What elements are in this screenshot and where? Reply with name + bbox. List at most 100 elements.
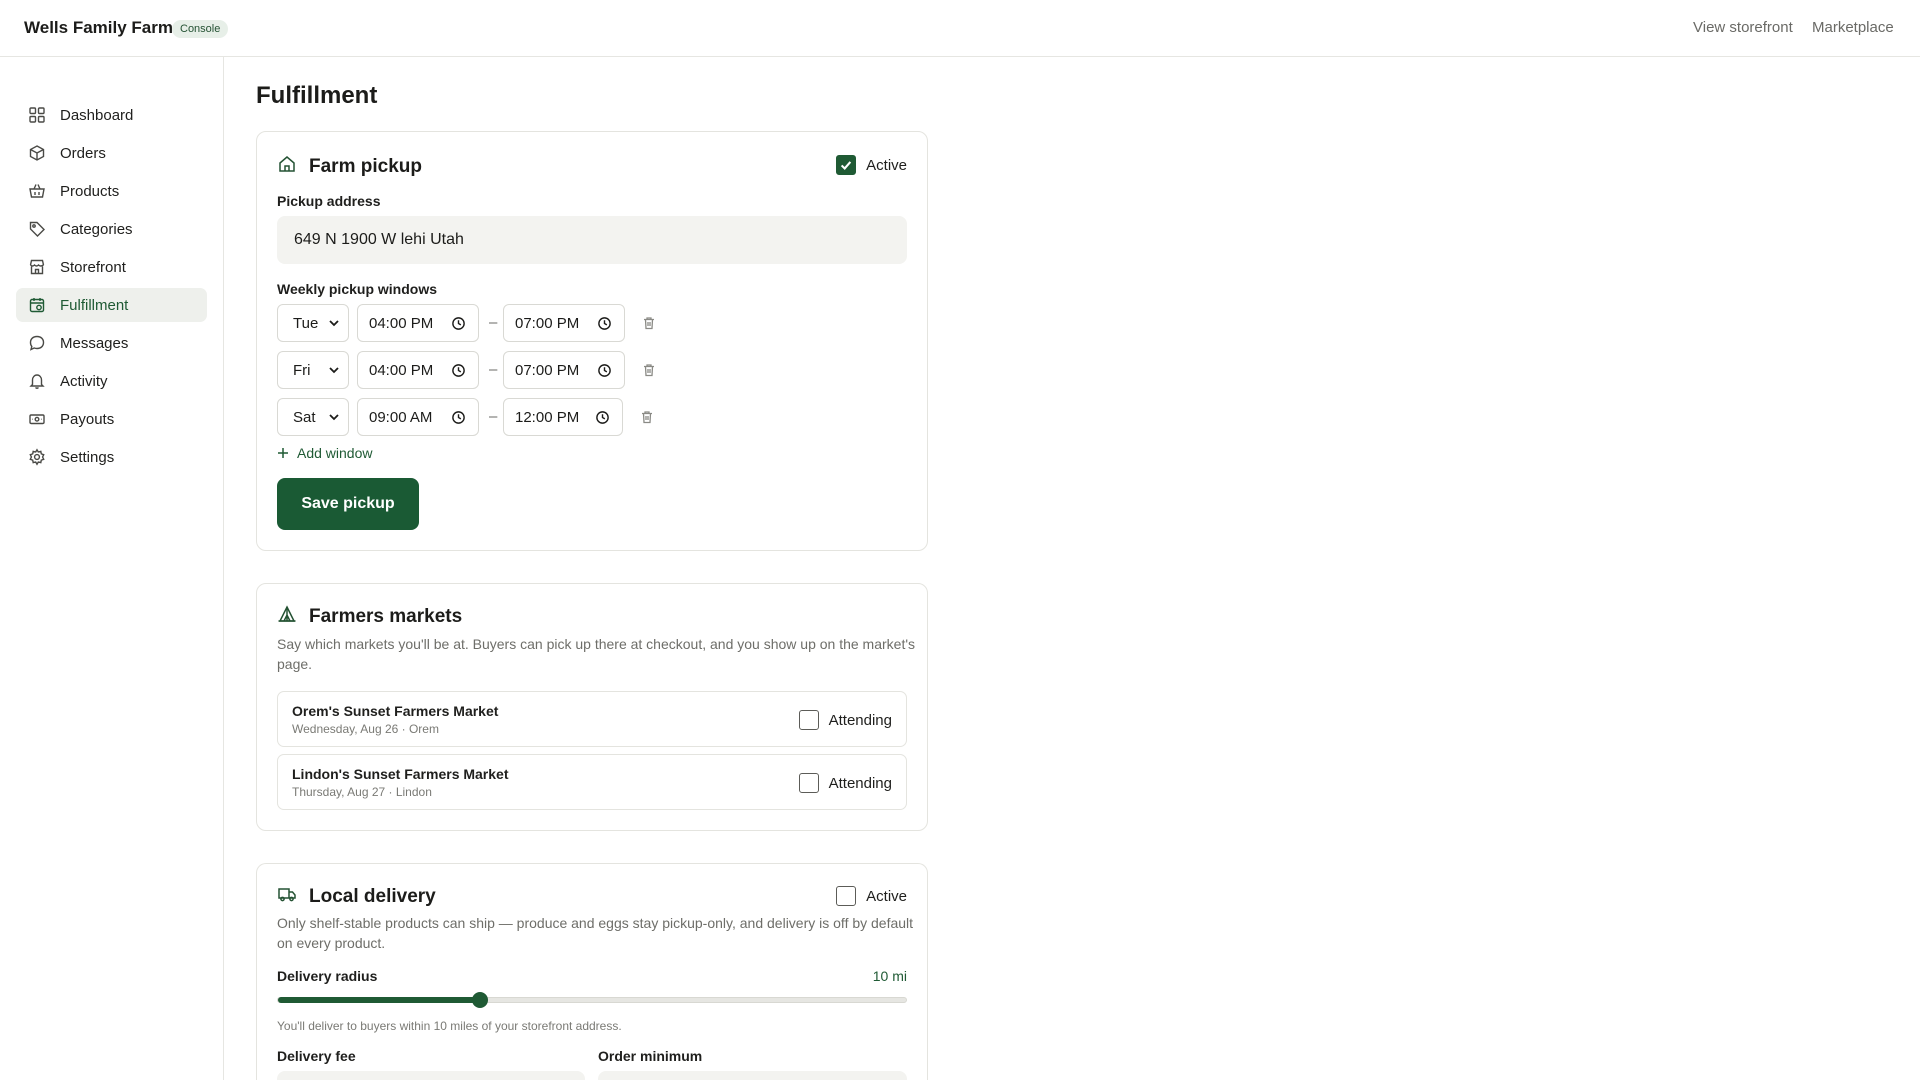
tent-icon <box>277 604 297 629</box>
attending-label: Attending <box>828 774 892 792</box>
view-storefront-link[interactable]: View storefront <box>1693 19 1793 36</box>
start-time-input[interactable]: 09:00 AM <box>357 398 479 436</box>
store-icon <box>28 258 46 276</box>
truck-icon <box>277 884 297 909</box>
delivery-radius-value: 10 mi <box>872 968 907 984</box>
delivery-radius-label: Delivery radius <box>277 968 378 984</box>
pickup-address-label: Pickup address <box>277 193 381 209</box>
card-title: Farm pickup <box>309 155 422 177</box>
card-header: Farm pickup <box>277 154 422 179</box>
home-icon <box>277 154 297 179</box>
active-label: Active <box>866 887 907 905</box>
plus-icon <box>278 448 288 458</box>
sidebar-item-fulfillment[interactable]: Fulfillment <box>16 288 207 322</box>
chat-icon <box>28 334 46 352</box>
delivery-active-toggle[interactable]: Active <box>836 886 907 906</box>
range-dash: – <box>489 408 498 425</box>
range-dash: – <box>489 361 498 378</box>
market-name: Orem's Sunset Farmers Market <box>292 703 499 719</box>
attending-label: Attending <box>828 711 892 729</box>
farmers-markets-card: Farmers markets Say which markets you'll… <box>256 583 928 831</box>
sidebar-item-dashboard[interactable]: Dashboard <box>16 98 207 132</box>
marketplace-link[interactable]: Marketplace <box>1812 19 1894 36</box>
market-name: Lindon's Sunset Farmers Market <box>292 766 509 782</box>
attending-toggle[interactable]: Attending <box>798 773 892 793</box>
sidebar-item-payouts[interactable]: Payouts <box>16 402 207 436</box>
end-time-value: 07:00 PM <box>515 314 580 332</box>
card-title: Local delivery <box>309 885 436 907</box>
day-select[interactable]: Sat <box>277 398 349 436</box>
sidebar-item-label: Activity <box>60 372 108 390</box>
sidebar-item-settings[interactable]: Settings <box>16 440 207 474</box>
delivery-fee-label: Delivery fee <box>277 1048 356 1064</box>
chevron-down-icon <box>329 414 339 421</box>
start-time-value: 04:00 PM <box>369 314 434 332</box>
sidebar-item-activity[interactable]: Activity <box>16 364 207 398</box>
card-header: Farmers markets <box>277 604 462 629</box>
clock-icon <box>452 411 465 424</box>
trash-icon[interactable] <box>642 316 656 330</box>
trash-icon[interactable] <box>640 410 654 424</box>
basket-icon <box>28 182 46 200</box>
order-minimum-input[interactable] <box>598 1071 907 1080</box>
end-time-input[interactable]: 07:00 PM <box>503 351 625 389</box>
start-time-input[interactable]: 04:00 PM <box>357 304 479 342</box>
sidebar-item-label: Products <box>60 182 120 200</box>
gear-icon <box>28 448 46 466</box>
slider-thumb[interactable] <box>471 992 488 1008</box>
sidebar-item-orders[interactable]: Orders <box>16 136 207 170</box>
trash-icon[interactable] <box>642 363 656 377</box>
delivery-fee-input[interactable] <box>277 1071 585 1080</box>
card-header: Local delivery <box>277 884 436 909</box>
market-row: Lindon's Sunset Farmers Market Thursday,… <box>277 754 907 810</box>
range-dash: – <box>489 314 498 331</box>
console-badge: Console <box>172 20 229 38</box>
market-date-location: Thursday, Aug 27 · Lindon <box>292 785 432 799</box>
clock-icon <box>598 317 611 330</box>
markets-description: Say which markets you'll be at. Buyers c… <box>277 636 916 672</box>
active-label: Active <box>866 156 907 174</box>
delivery-radius-hint: You'll deliver to buyers within 10 miles… <box>277 1019 622 1033</box>
clock-icon <box>452 364 465 377</box>
attending-toggle[interactable]: Attending <box>798 710 892 730</box>
box-icon <box>28 144 46 162</box>
sidebar-item-products[interactable]: Products <box>16 174 207 208</box>
pickup-active-toggle[interactable]: Active <box>836 155 907 175</box>
pickup-address-input[interactable]: 649 N 1900 W lehi Utah <box>277 216 907 264</box>
chevron-down-icon <box>329 367 339 374</box>
end-time-input[interactable]: 07:00 PM <box>503 304 625 342</box>
sidebar-item-messages[interactable]: Messages <box>16 326 207 360</box>
market-date-location: Wednesday, Aug 26 · Orem <box>292 722 439 736</box>
start-time-value: 04:00 PM <box>369 361 434 379</box>
sidebar-item-categories[interactable]: Categories <box>16 212 207 246</box>
save-pickup-button[interactable]: Save pickup <box>277 478 419 530</box>
delivery-active-checkbox[interactable] <box>836 886 857 906</box>
grid-icon <box>28 106 46 124</box>
add-window-button[interactable]: Add window <box>277 445 373 461</box>
day-select[interactable]: Fri <box>277 351 349 389</box>
day-value: Tue <box>293 314 319 332</box>
clock-icon <box>596 411 609 424</box>
attending-checkbox[interactable] <box>798 773 819 793</box>
start-time-input[interactable]: 04:00 PM <box>357 351 479 389</box>
slider-fill <box>278 997 480 1003</box>
attending-checkbox[interactable] <box>798 710 819 730</box>
cash-icon <box>28 410 46 428</box>
day-value: Fri <box>293 361 311 379</box>
pickup-active-checkbox[interactable] <box>836 155 857 175</box>
top-bar: Wells Family Farm Console View storefron… <box>0 0 1920 57</box>
sidebar-item-storefront[interactable]: Storefront <box>16 250 207 284</box>
clock-icon <box>598 364 611 377</box>
brand-name: Wells Family Farm <box>24 18 173 37</box>
farm-pickup-card: Farm pickup Active Pickup address 649 N … <box>256 131 928 551</box>
end-time-value: 07:00 PM <box>515 361 580 379</box>
market-row: Orem's Sunset Farmers Market Wednesday, … <box>277 691 907 747</box>
day-select[interactable]: Tue <box>277 304 349 342</box>
sidebar-item-label: Storefront <box>60 258 126 276</box>
end-time-input[interactable]: 12:00 PM <box>503 398 623 436</box>
clock-icon <box>452 317 465 330</box>
start-time-value: 09:00 AM <box>369 408 433 426</box>
delivery-radius-slider[interactable] <box>277 992 907 1008</box>
day-value: Sat <box>293 408 316 426</box>
chevron-down-icon <box>329 320 339 327</box>
